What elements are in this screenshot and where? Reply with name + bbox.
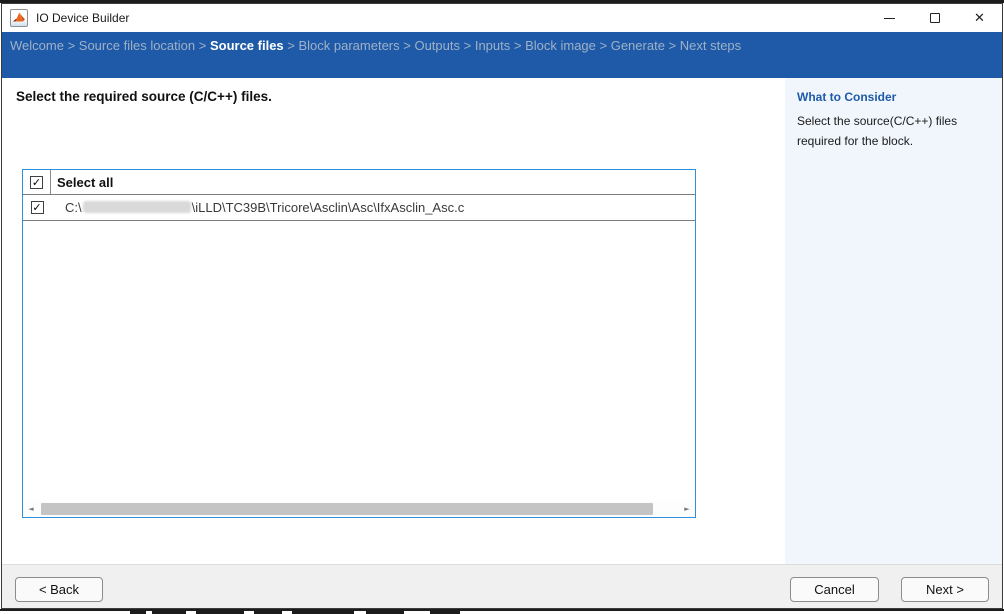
- window-controls: ✕: [867, 4, 1002, 32]
- breadcrumb-item-inputs: Inputs: [475, 38, 510, 53]
- close-button[interactable]: ✕: [957, 4, 1002, 32]
- sidebar-heading: What to Consider: [797, 90, 990, 104]
- background-window-sliver: [0, 609, 1004, 614]
- file-checkbox[interactable]: ✓: [31, 201, 44, 214]
- breadcrumb-separator: >: [400, 38, 415, 53]
- breadcrumb-item-next-steps: Next steps: [680, 38, 741, 53]
- breadcrumb-separator: >: [64, 38, 79, 53]
- close-icon: ✕: [974, 11, 985, 26]
- help-sidebar: What to Consider Select the source(C/C++…: [785, 78, 1002, 564]
- scrollbar-track[interactable]: [39, 501, 679, 517]
- screenshot-root: IO Device Builder ✕ Welcome > Source fil…: [0, 0, 1004, 614]
- breadcrumb-separator: >: [284, 38, 299, 53]
- select-all-checkbox[interactable]: ✓: [30, 176, 43, 189]
- scroll-right-arrow-icon[interactable]: ►: [679, 505, 695, 513]
- scrollbar-thumb[interactable]: [41, 503, 653, 515]
- breadcrumb-separator: >: [460, 38, 475, 53]
- breadcrumb-item-outputs: Outputs: [414, 38, 460, 53]
- content-area: Select the required source (C/C++) files…: [2, 78, 1002, 564]
- breadcrumb-separator: >: [510, 38, 525, 53]
- breadcrumb-item-welcome: Welcome: [10, 38, 64, 53]
- file-path: C:\ \iLLD\TC39B\Tricore\Asclin\Asc\IfxAsc…: [51, 200, 464, 216]
- maximize-button[interactable]: [912, 4, 957, 32]
- table-header-row: ✓ Select all: [23, 170, 695, 195]
- redacted-path-segment: [83, 201, 191, 213]
- page-title: Select the required source (C/C++) files…: [16, 89, 272, 104]
- horizontal-scrollbar[interactable]: ◄ ►: [23, 501, 695, 517]
- breadcrumb: Welcome > Source files location > Source…: [2, 32, 1002, 78]
- minimize-button[interactable]: [867, 4, 912, 32]
- main-panel: Select the required source (C/C++) files…: [2, 78, 785, 564]
- cancel-button[interactable]: Cancel: [790, 577, 879, 602]
- breadcrumb-separator: >: [665, 38, 680, 53]
- matlab-logo-icon: [12, 11, 26, 25]
- select-all-label: Select all: [51, 175, 113, 190]
- minimize-icon: [884, 18, 895, 19]
- breadcrumb-item-block-image: Block image: [525, 38, 596, 53]
- breadcrumb-item-generate: Generate: [611, 38, 665, 53]
- io-device-builder-window: IO Device Builder ✕ Welcome > Source fil…: [1, 3, 1003, 609]
- source-file-table: ✓ Select all ✓ C:\ \iLLD\TC39B\Tricore\As…: [22, 169, 696, 518]
- file-path-suffix: \iLLD\TC39B\Tricore\Asclin\Asc\IfxAsclin…: [192, 200, 465, 215]
- breadcrumb-item-block-parameters: Block parameters: [298, 38, 399, 53]
- table-empty-area: [23, 221, 695, 501]
- check-icon: ✓: [32, 177, 41, 188]
- sidebar-help-text: Select the source(C/C++) files required …: [797, 112, 991, 152]
- matlab-app-icon: [10, 9, 28, 27]
- window-title: IO Device Builder: [36, 11, 129, 25]
- maximize-icon: [930, 13, 940, 23]
- breadcrumb-item-source-files-location: Source files location: [79, 38, 195, 53]
- file-row[interactable]: ✓ C:\ \iLLD\TC39B\Tricore\Asclin\Asc\IfxA…: [23, 195, 695, 221]
- back-button[interactable]: < Back: [15, 577, 103, 602]
- scroll-left-arrow-icon[interactable]: ◄: [23, 505, 39, 513]
- check-icon: ✓: [32, 202, 41, 213]
- title-bar: IO Device Builder ✕: [2, 4, 1002, 32]
- next-button[interactable]: Next >: [901, 577, 989, 602]
- breadcrumb-item-source-files: Source files: [210, 38, 284, 53]
- file-path-prefix: C:\: [65, 200, 82, 215]
- footer-bar: < Back Cancel Next >: [2, 564, 1002, 608]
- breadcrumb-separator: >: [195, 38, 210, 53]
- breadcrumb-separator: >: [596, 38, 611, 53]
